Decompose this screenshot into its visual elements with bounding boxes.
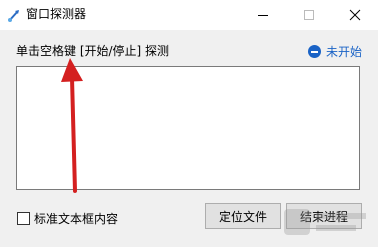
- hotkey-hint: 单击空格键 [开始/停止] 探测: [16, 44, 170, 58]
- result-textarea[interactable]: [16, 66, 360, 190]
- app-icon: [8, 10, 19, 22]
- checkbox-label: 标准文本框内容: [34, 212, 119, 226]
- status-label: 未开始: [325, 45, 362, 59]
- watermark-logo: [284, 209, 366, 235]
- standard-textbox-checkbox[interactable]: [17, 212, 30, 225]
- close-icon: [349, 9, 361, 21]
- minimize-icon: [258, 15, 268, 16]
- maximize-icon: [304, 10, 314, 20]
- title-bar: 窗口探测器: [0, 0, 378, 30]
- stop-circle-icon: [307, 45, 321, 58]
- close-button[interactable]: [332, 0, 378, 30]
- window-title: 窗口探测器: [26, 7, 87, 21]
- minimize-button[interactable]: [240, 0, 286, 30]
- status-indicator: 未开始: [307, 43, 362, 60]
- locate-file-button[interactable]: 定位文件: [205, 203, 281, 229]
- maximize-button[interactable]: [286, 0, 332, 30]
- standard-textbox-option[interactable]: 标准文本框内容: [17, 210, 118, 227]
